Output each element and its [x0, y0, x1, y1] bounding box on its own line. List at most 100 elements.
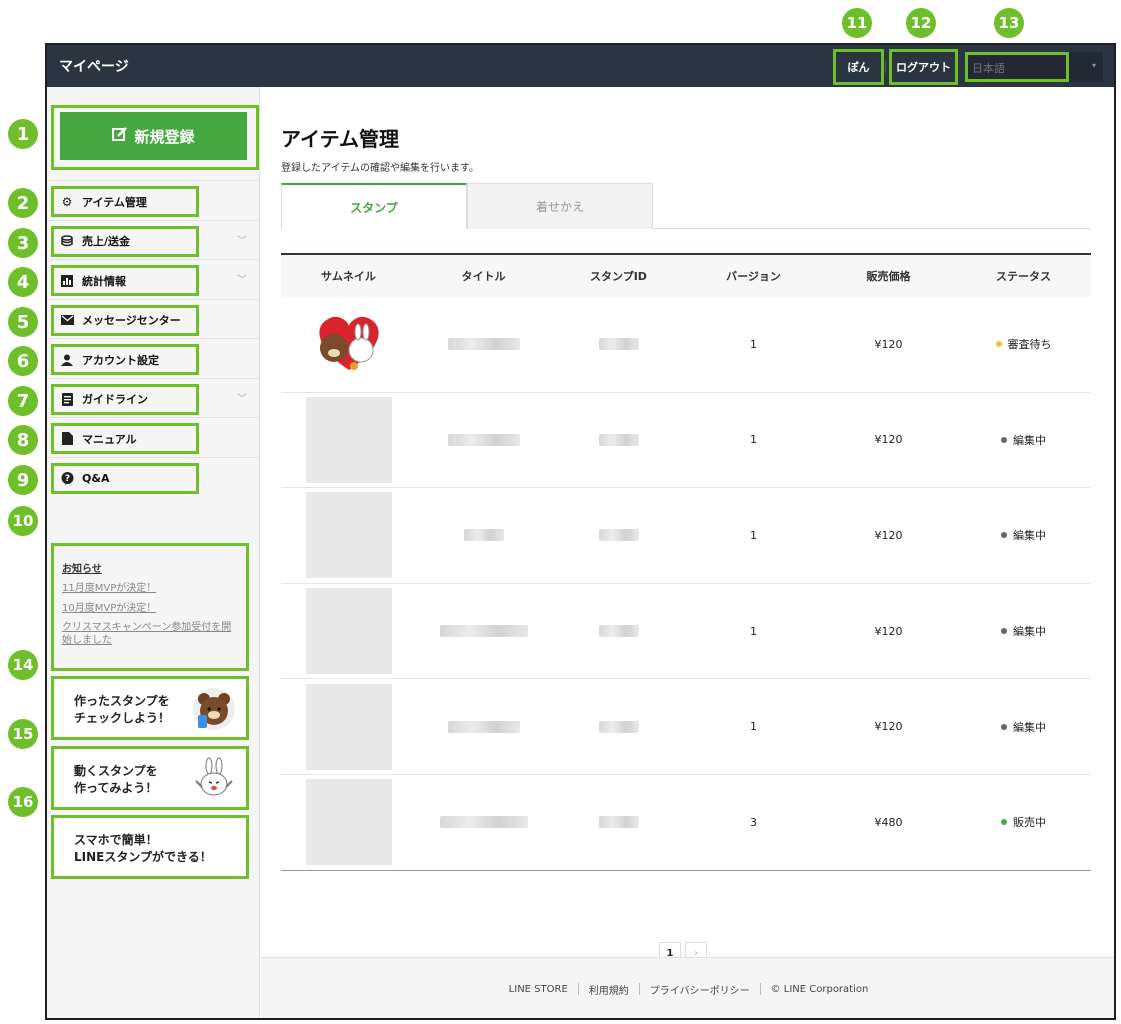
version-cell: 1: [750, 720, 757, 734]
banner-text: スマホで簡単！: [74, 833, 158, 847]
page-title: アイテム管理: [281, 127, 399, 151]
table-row[interactable]: 1 ¥120 編集中: [281, 393, 1091, 489]
new-registration-button[interactable]: 新規登録: [60, 112, 247, 160]
callout-marker-9: 9: [8, 465, 38, 495]
column-header: サムネイル: [321, 270, 376, 283]
sidebar-item-label: 統計情報: [82, 274, 126, 288]
stamp-thumbnail: [305, 683, 392, 770]
callout-marker-11: 11: [842, 8, 872, 38]
table-row[interactable]: 3 ¥480 販売中: [281, 775, 1091, 871]
page-description: 登録したアイテムの確認や編集を行います。: [281, 163, 479, 174]
status-label: 販売中: [1013, 816, 1046, 830]
table-row[interactable]: 1 ¥120 審査待ち: [281, 297, 1091, 393]
sidebar-item-message-center[interactable]: メッセージセンター: [47, 298, 259, 339]
language-select[interactable]: 日本語 ▾: [965, 52, 1103, 82]
footer-link-privacy[interactable]: プライバシーポリシー: [640, 982, 760, 997]
sidebar-item-label: ガイドライン: [82, 393, 148, 406]
price-cell: ¥120: [874, 720, 903, 734]
news-title[interactable]: お知らせ: [62, 560, 238, 575]
banner-smartphone-stamps[interactable]: スマホで簡単！ LINEスタンプができる！: [51, 815, 249, 879]
file-icon: [60, 432, 74, 446]
table-header: サムネイル タイトル スタンプID バージョン 販売価格 ステータス: [281, 255, 1091, 297]
callout-marker-6: 6: [8, 346, 38, 376]
title-redacted: [439, 625, 528, 638]
stamp-thumbnail: [306, 308, 392, 381]
status-cell: 審査待ち: [956, 297, 1091, 392]
status-dot: [1001, 532, 1007, 539]
chevron-down-icon: ▾: [1091, 61, 1096, 70]
stamp-id-redacted: [598, 338, 639, 351]
sidebar-item-guidelines[interactable]: ガイドライン ﹀: [47, 377, 259, 418]
main-content: アイテム管理 登録したアイテムの確認や編集を行います。 スタンプ 着せかえ サム…: [261, 87, 1114, 964]
banner-text: LINEスタンプができる！: [74, 849, 212, 864]
banner-animated-stamps[interactable]: 動くスタンプを 作ってみよう！: [51, 746, 249, 810]
question-bubble-icon: ?: [60, 471, 74, 485]
footer-link-terms[interactable]: 利用規約: [579, 982, 639, 997]
status-dot: [1001, 628, 1007, 635]
stamp-thumbnail: [305, 588, 392, 675]
title-redacted: [447, 433, 520, 446]
sidebar-item-label: Q&A: [82, 471, 110, 485]
app-window: マイページ ぽん ログアウト 日本語 ▾ 新規登録 ⚙ アイテム管理 売上/送金…: [45, 43, 1116, 1020]
tab-stamps[interactable]: スタンプ: [281, 183, 467, 229]
title-redacted: [447, 720, 520, 733]
version-cell: 1: [750, 624, 757, 638]
version-cell: 1: [750, 433, 757, 447]
page-brand-title[interactable]: マイページ: [59, 56, 129, 76]
news-link[interactable]: 10月度MVPが決定！: [62, 603, 238, 616]
price-cell: ¥120: [874, 337, 903, 351]
new-registration-highlight: 新規登録: [51, 105, 259, 170]
version-cell: 1: [750, 337, 757, 351]
sidebar-menu: ⚙ アイテム管理 売上/送金 ﹀ 統計情報 ﹀ メッセージセンター アカウント設…: [47, 180, 259, 496]
divider: [885, 61, 886, 73]
callout-marker-7: 7: [8, 386, 38, 416]
items-table: サムネイル タイトル スタンプID バージョン 販売価格 ステータス 1 ¥12…: [281, 253, 1091, 871]
status-label: 編集中: [1013, 625, 1046, 639]
sidebar-item-qa[interactable]: ? Q&A: [47, 456, 259, 497]
sidebar-item-manual[interactable]: マニュアル: [47, 417, 259, 457]
table-row[interactable]: 1 ¥120 編集中: [281, 488, 1091, 584]
tab-themes[interactable]: 着せかえ: [467, 183, 653, 229]
callout-marker-15: 15: [8, 719, 38, 749]
callout-marker-5: 5: [8, 307, 38, 337]
sidebar-item-item-management[interactable]: ⚙ アイテム管理: [47, 180, 259, 220]
callout-marker-8: 8: [8, 425, 38, 455]
sidebar-item-label: マニュアル: [82, 432, 137, 446]
callout-marker-1: 1: [8, 119, 38, 149]
user-name-link[interactable]: ぽん: [833, 49, 884, 85]
footer-link-line-store[interactable]: LINE STORE: [499, 984, 578, 995]
new-registration-label: 新規登録: [134, 128, 195, 146]
envelope-icon: [60, 313, 74, 327]
edit-icon: [112, 126, 128, 146]
sidebar-item-label: アカウント設定: [82, 353, 159, 367]
banner-check-stamps[interactable]: 作ったスタンプを チェックしよう！: [51, 676, 249, 740]
logout-button[interactable]: ログアウト: [889, 49, 958, 85]
price-cell: ¥120: [874, 528, 903, 542]
news-link[interactable]: 11月度MVPが決定！: [62, 583, 238, 596]
table-row[interactable]: 1 ¥120 編集中: [281, 679, 1091, 775]
chevron-down-icon: ﹀: [237, 275, 247, 286]
table-row[interactable]: 1 ¥120 編集中: [281, 584, 1091, 680]
footer-copyright: © LINE Corporation: [770, 983, 869, 995]
callout-marker-2: 2: [8, 188, 38, 218]
stamp-id-redacted: [598, 720, 639, 733]
price-cell: ¥120: [874, 624, 903, 638]
stamp-id-redacted: [598, 433, 639, 446]
callout-marker-10: 10: [8, 506, 38, 536]
status-cell: 編集中: [956, 393, 1091, 488]
callout-marker-3: 3: [8, 228, 38, 258]
column-header: タイトル: [461, 270, 506, 283]
callout-marker-13: 13: [994, 8, 1024, 38]
title-redacted: [447, 338, 520, 351]
title-redacted: [463, 529, 504, 542]
rabbit-character-image: [192, 757, 236, 801]
stamp-thumbnail: [305, 492, 392, 579]
chevron-down-icon: ﹀: [237, 393, 247, 405]
news-link[interactable]: クリスマスキャンペーン参加受付を開始しました: [62, 622, 238, 647]
user-icon: [60, 353, 74, 367]
status-cell: 編集中: [956, 488, 1091, 583]
sidebar-item-sales[interactable]: 売上/送金 ﹀: [47, 219, 259, 260]
sidebar-item-account-settings[interactable]: アカウント設定: [47, 338, 259, 378]
callout-marker-14: 14: [8, 650, 38, 680]
sidebar-item-statistics[interactable]: 統計情報 ﹀: [47, 259, 259, 299]
